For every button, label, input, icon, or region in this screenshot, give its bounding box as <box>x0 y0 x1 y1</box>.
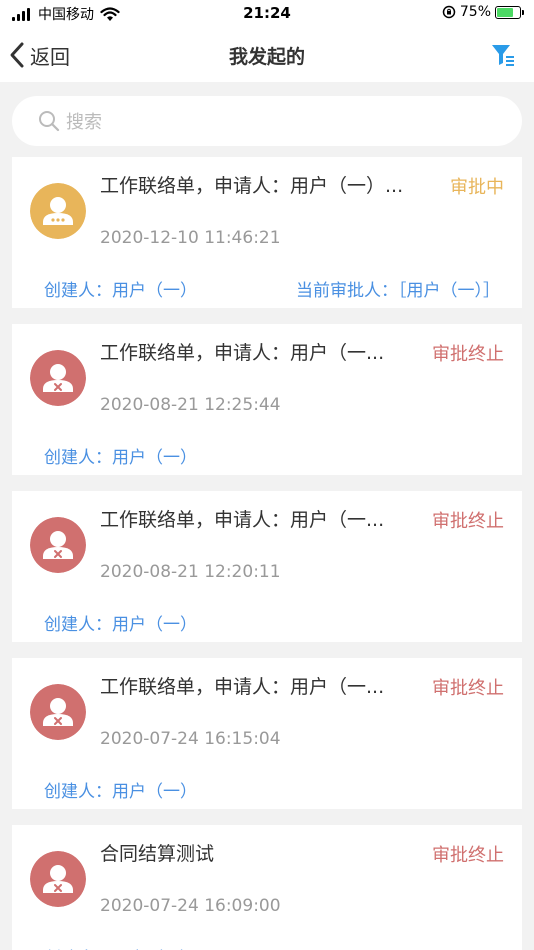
status-badge: 审批终止 <box>432 678 504 699</box>
user-avatar-icon <box>30 350 86 406</box>
user-avatar-icon <box>30 851 86 907</box>
status-badge: 审批终止 <box>432 845 504 866</box>
user-avatar-icon <box>30 183 86 239</box>
item-creator: 创建人：用户（一） <box>44 448 197 468</box>
approval-list: 工作联络单，申请人：用户（一）... 审批中 2020-12-10 11:46:… <box>12 157 522 950</box>
search-placeholder: 搜索 <box>66 112 102 133</box>
battery-fill <box>497 7 513 17</box>
item-date: 2020-07-24 16:09:00 <box>100 896 281 916</box>
item-title: 合同结算测试 <box>100 843 215 865</box>
list-item[interactable]: 工作联络单，申请人：用户（一... 审批终止 2020-08-21 12:25:… <box>12 324 522 475</box>
item-title: 工作联络单，申请人：用户（一... <box>100 342 385 364</box>
item-date: 2020-08-21 12:25:44 <box>100 395 281 415</box>
item-title: 工作联络单，申请人：用户（一... <box>100 509 385 531</box>
item-approver: 当前审批人：［用户（一）］ <box>296 281 500 301</box>
item-creator: 创建人：用户（一） <box>44 782 197 802</box>
status-badge: 审批中 <box>450 177 504 198</box>
item-title: 工作联络单，申请人：用户（一... <box>100 676 385 698</box>
nav-bar: 返回 我发起的 <box>0 28 534 82</box>
battery-percentage: 75% <box>459 4 491 20</box>
list-item[interactable]: 工作联络单，申请人：用户（一... 审批终止 2020-08-21 12:20:… <box>12 491 522 642</box>
user-avatar-icon <box>30 684 86 740</box>
battery-tip <box>522 9 524 15</box>
filter-icon[interactable] <box>490 42 516 68</box>
search-icon <box>39 111 60 132</box>
item-date: 2020-12-10 11:46:21 <box>100 228 281 248</box>
status-bar: 中国移动 21:24 75% <box>0 0 534 28</box>
item-creator: 创建人：用户（一） <box>44 281 197 301</box>
item-date: 2020-07-24 16:15:04 <box>100 729 281 749</box>
list-item[interactable]: 合同结算测试 审批终止 2020-07-24 16:09:00 创建人：用户（一… <box>12 825 522 950</box>
item-date: 2020-08-21 12:20:11 <box>100 562 281 582</box>
status-badge: 审批终止 <box>432 344 504 365</box>
orientation-lock-icon <box>442 5 456 19</box>
item-title: 工作联络单，申请人：用户（一）... <box>100 175 404 197</box>
status-right: 75% <box>442 4 524 20</box>
user-avatar-icon <box>30 517 86 573</box>
search-input[interactable]: 搜索 <box>12 96 522 146</box>
item-creator: 创建人：用户（一） <box>44 615 197 635</box>
page-title: 我发起的 <box>228 46 305 68</box>
list-item[interactable]: 工作联络单，申请人：用户（一... 审批终止 2020-07-24 16:15:… <box>12 658 522 809</box>
list-item[interactable]: 工作联络单，申请人：用户（一）... 审批中 2020-12-10 11:46:… <box>12 157 522 308</box>
status-badge: 审批终止 <box>432 511 504 532</box>
battery-icon <box>495 5 521 19</box>
item-creator: 创建人：用户（一） <box>44 944 197 950</box>
